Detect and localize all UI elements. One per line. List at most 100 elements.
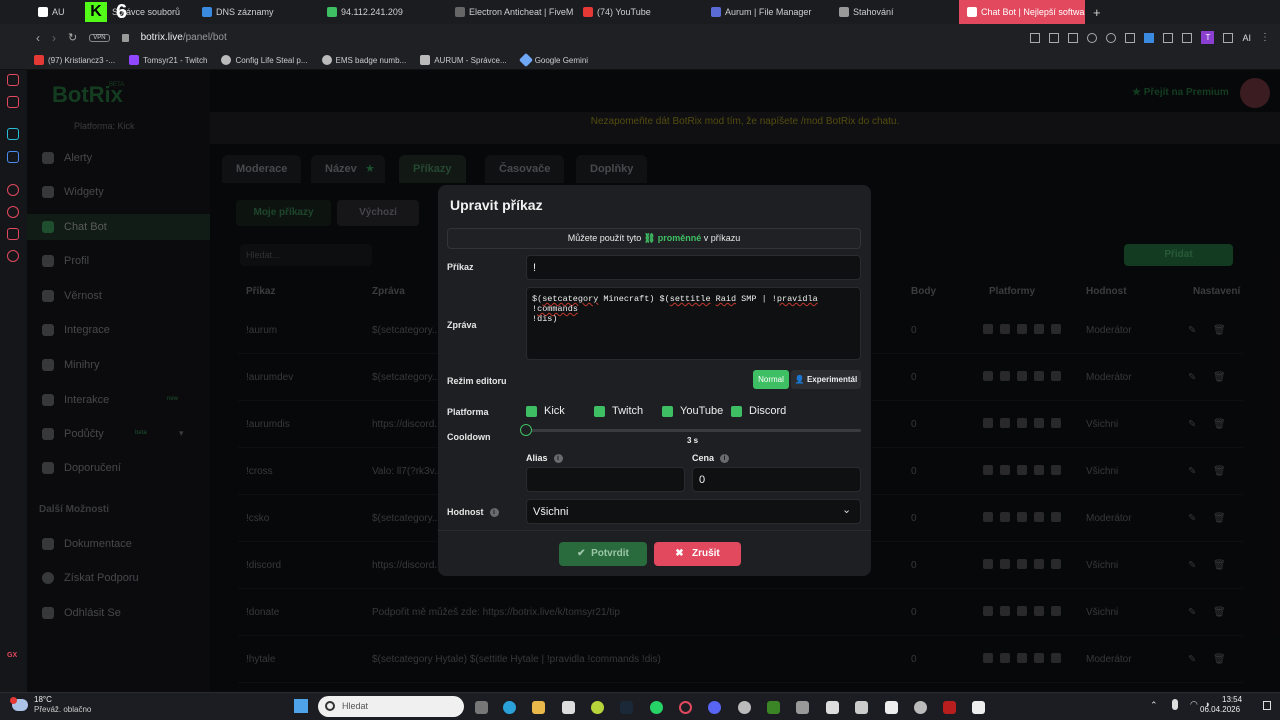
bookmark-item[interactable]: Google Gemini (518, 52, 588, 68)
search-icon (325, 701, 335, 711)
history-icon[interactable] (7, 206, 19, 218)
platform-kick-checkbox[interactable]: Kick (526, 405, 565, 417)
tab-favicon-icon (711, 7, 721, 17)
filezilla-icon[interactable] (943, 701, 956, 714)
tab-active[interactable]: Chat Bot | Nejlepší software (959, 0, 1085, 24)
translate-icon[interactable] (1144, 32, 1155, 43)
platform-youtube-checkbox[interactable]: YouTube (662, 405, 723, 417)
tab[interactable]: Electron Anticheat | FiveM (447, 0, 575, 24)
platform-discord-checkbox[interactable]: Discord (731, 405, 786, 417)
variables-info: Můžete použít tyto ⛓ proměnné v příkazu (447, 228, 861, 249)
cooldown-slider[interactable] (526, 429, 861, 432)
app-icon[interactable] (885, 701, 898, 714)
editor-experimental-button[interactable]: 👤 Experimentál (791, 370, 861, 389)
reload-icon[interactable]: ↻ (68, 31, 77, 44)
tab[interactable]: Stahování (831, 0, 959, 24)
task-view-icon[interactable] (475, 701, 488, 714)
download-icon[interactable] (1223, 32, 1234, 43)
gemini-icon (518, 52, 533, 68)
wifi-icon[interactable]: ◠ (1190, 699, 1198, 710)
notification-icon[interactable] (1263, 701, 1271, 710)
tab[interactable]: Aurum | File Manager (703, 0, 831, 24)
platform-twitch-checkbox[interactable]: Twitch (594, 405, 643, 417)
taskbar-search[interactable]: Hledat (318, 696, 464, 717)
sidebar-app-icon[interactable] (7, 96, 19, 108)
app-icon[interactable] (972, 701, 985, 714)
price-input[interactable]: 0 (692, 467, 861, 492)
bookmark-item[interactable]: Config Life Steal p... (221, 55, 308, 65)
app-icon[interactable] (796, 701, 809, 714)
bookmark-item[interactable]: Tomsyr21 - Twitch (129, 55, 207, 65)
pin-icon[interactable] (1030, 32, 1041, 43)
settings-icon[interactable] (7, 250, 19, 262)
heart-icon[interactable] (1106, 32, 1117, 43)
message-line: !dis) (532, 314, 558, 324)
globe-icon (221, 55, 232, 65)
app-icon[interactable] (826, 701, 839, 714)
command-input[interactable]: ! (526, 255, 861, 280)
sidebar-app-icon[interactable] (7, 74, 19, 86)
steam-icon[interactable] (620, 701, 633, 714)
menu-icon[interactable]: ⋮ (1260, 32, 1270, 43)
back-icon[interactable]: ‹ (36, 31, 40, 45)
gx-label[interactable]: GX (7, 652, 17, 659)
profile-avatar[interactable]: T (1201, 31, 1215, 44)
tab[interactable]: (74) YouTube (575, 0, 703, 24)
snapshot-icon[interactable] (1049, 32, 1060, 43)
telegram-icon[interactable] (7, 151, 19, 163)
app-icon[interactable] (591, 701, 604, 714)
url-field[interactable]: botrix.live/panel/bot (141, 32, 227, 43)
tab-favicon-icon (202, 7, 212, 17)
minecraft-icon[interactable] (767, 701, 780, 714)
clock-time[interactable]: 13:54 (1222, 695, 1242, 704)
cooldown-slider-handle[interactable] (520, 424, 532, 436)
tab[interactable]: AU (30, 0, 90, 24)
store-icon[interactable] (562, 701, 575, 714)
rank-select[interactable]: Všichni (526, 499, 861, 524)
forward-icon[interactable]: › (52, 31, 56, 45)
edge-icon[interactable] (503, 701, 516, 714)
ai-button[interactable]: AI (1242, 33, 1251, 43)
address-bar: ‹ › ↻ VPN botrix.live/panel/bot T AI ⋮ (0, 24, 1280, 51)
chevron-down-icon[interactable]: ⌄ (842, 503, 851, 516)
cancel-button[interactable]: ✖ Zrušit (654, 542, 741, 566)
confirm-button[interactable]: ✔ Potvrdit (559, 542, 647, 566)
clock-date[interactable]: 06.04.2026 (1200, 705, 1240, 714)
shield-icon[interactable] (1087, 32, 1098, 43)
bookmark-item[interactable]: AURUM - Správce... (420, 55, 507, 65)
tab-favicon-icon (455, 7, 465, 17)
variables-link[interactable]: ⛓ proměnné (644, 233, 701, 243)
microphone-icon[interactable] (1172, 699, 1178, 710)
puzzle-icon[interactable] (1182, 32, 1193, 43)
extensions-icon[interactable] (7, 228, 19, 240)
new-tab-button[interactable]: + (1085, 0, 1109, 24)
tab[interactable]: DNS záznamy (194, 0, 319, 24)
editor-normal-button[interactable]: Normal (753, 370, 789, 389)
vpn-badge[interactable]: VPN (89, 33, 110, 42)
weather-desc[interactable]: Převáž. oblačno (34, 705, 91, 714)
bookmark-item[interactable]: (97) Kristiancz3 -... (34, 55, 115, 65)
settings-icon[interactable] (914, 701, 927, 714)
info-icon[interactable]: i (489, 508, 499, 518)
opera-gx-icon[interactable] (679, 701, 692, 714)
message-textarea[interactable]: $(setcategory Minecraft) $(settitle Raid… (526, 287, 861, 360)
windows-start-icon[interactable] (294, 699, 308, 713)
cube-icon[interactable] (1163, 32, 1174, 43)
alias-input[interactable] (526, 467, 685, 492)
whatsapp-icon[interactable] (650, 701, 663, 714)
app-icon[interactable] (855, 701, 868, 714)
windows-taskbar: 18°C Převáž. oblačno Hledat ⌃ ◠ ◗ 13:54 … (0, 692, 1280, 720)
weather-temp[interactable]: 18°C (34, 695, 52, 704)
info-icon[interactable]: i (553, 454, 563, 464)
discord-icon[interactable] (708, 701, 721, 714)
explorer-icon[interactable] (532, 701, 545, 714)
player-icon[interactable] (7, 184, 19, 196)
bookmark-item[interactable]: EMS badge numb... (321, 55, 406, 65)
github-icon[interactable] (738, 701, 751, 714)
play-icon[interactable] (1068, 32, 1079, 43)
extension-icon[interactable] (1125, 32, 1136, 43)
messenger-icon[interactable] (7, 128, 19, 140)
tab[interactable]: 94.112.241.209 (319, 0, 447, 24)
chevron-up-icon[interactable]: ⌃ (1150, 700, 1158, 711)
info-icon[interactable]: i (720, 454, 730, 464)
